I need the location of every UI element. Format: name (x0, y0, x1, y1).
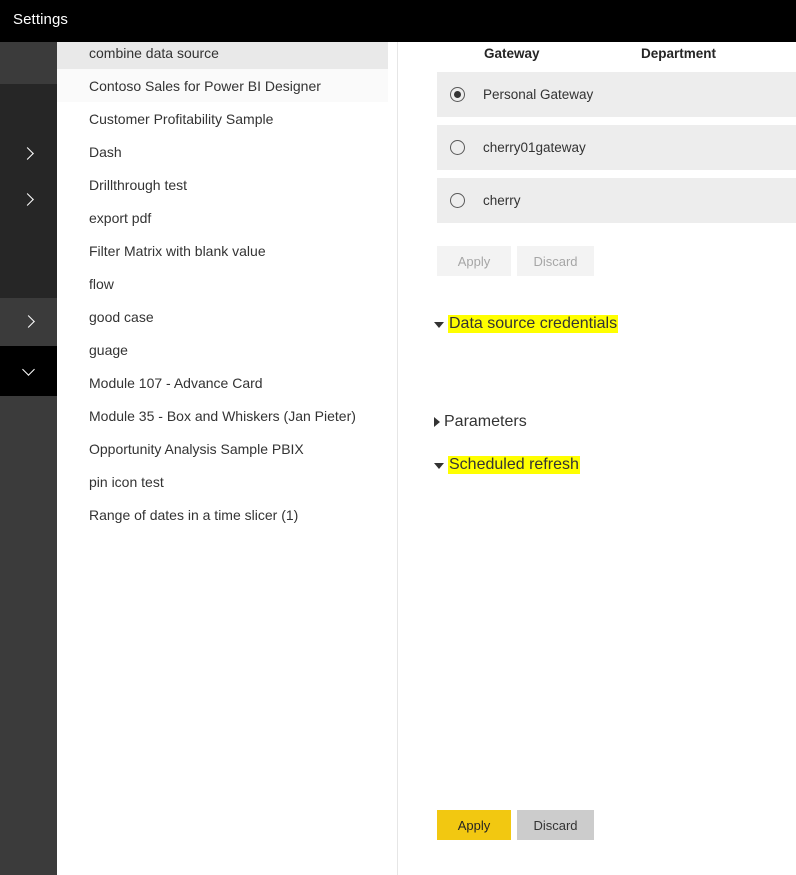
section-header-label: Data source credentials (448, 315, 619, 333)
triangle-expanded-icon (434, 322, 444, 328)
nav-rail-group-workspaces (0, 84, 57, 298)
page-title: Settings (13, 11, 68, 28)
radio-button-cherry[interactable] (450, 193, 465, 208)
nav-rail-segment-bottom (0, 396, 57, 875)
chevron-right-icon (21, 314, 37, 330)
gateway-row[interactable]: Personal Gateway (437, 72, 796, 117)
gateway-name: Personal Gateway (483, 87, 594, 102)
section-header-label: Scheduled refresh (448, 456, 580, 474)
list-item[interactable]: Range of dates in a time slicer (1) (57, 498, 388, 531)
radio-button-personal-gateway[interactable] (450, 87, 465, 102)
column-header-department: Department (641, 46, 717, 61)
list-item[interactable]: pin icon test (57, 465, 388, 498)
list-item[interactable]: Dash (57, 135, 388, 168)
left-nav-rail (0, 42, 57, 875)
gateway-discard-button[interactable]: Discard (517, 246, 594, 276)
section-header-scheduled-refresh[interactable]: Scheduled refresh (434, 456, 580, 474)
dataset-list[interactable]: combine data source Contoso Sales for Po… (57, 42, 397, 875)
gateway-name: cherry01gateway (483, 140, 586, 155)
list-item[interactable]: guage (57, 333, 388, 366)
column-header-gateway: Gateway (484, 46, 540, 61)
radio-button-cherry01gateway[interactable] (450, 140, 465, 155)
gateway-name: cherry (483, 193, 521, 208)
chevron-down-icon (21, 363, 37, 379)
list-item[interactable]: Module 107 - Advance Card (57, 366, 388, 399)
list-item[interactable]: good case (57, 300, 388, 333)
nav-rail-segment-top (0, 42, 57, 84)
section-header-parameters[interactable]: Parameters (434, 413, 527, 431)
list-item[interactable]: export pdf (57, 201, 388, 234)
list-item[interactable]: Drillthrough test (57, 168, 388, 201)
settings-detail-pane: Gateway Department Personal Gateway cher… (398, 42, 796, 875)
list-item[interactable]: combine data source (57, 42, 388, 69)
list-item[interactable]: Customer Profitability Sample (57, 102, 388, 135)
triangle-expanded-icon (434, 463, 444, 469)
list-item[interactable]: Contoso Sales for Power BI Designer (57, 69, 388, 102)
nav-chevron-3[interactable] (0, 298, 57, 346)
triangle-collapsed-icon (434, 417, 440, 427)
section-header-data-source-credentials[interactable]: Data source credentials (434, 315, 619, 333)
list-item[interactable]: Opportunity Analysis Sample PBIX (57, 432, 388, 465)
gateway-row[interactable]: cherry01gateway (437, 125, 796, 170)
list-item[interactable]: Filter Matrix with blank value (57, 234, 388, 267)
list-item[interactable]: Module 35 - Box and Whiskers (Jan Pieter… (57, 399, 388, 432)
nav-chevron-4[interactable] (0, 346, 57, 396)
gateway-apply-button[interactable]: Apply (437, 246, 511, 276)
scheduled-refresh-apply-button[interactable]: Apply (437, 810, 511, 840)
list-item[interactable]: flow (57, 267, 388, 300)
scheduled-refresh-discard-button[interactable]: Discard (517, 810, 594, 840)
section-header-label: Parameters (444, 413, 527, 430)
gateway-row[interactable]: cherry (437, 178, 796, 223)
window-titlebar: Settings (0, 0, 796, 42)
